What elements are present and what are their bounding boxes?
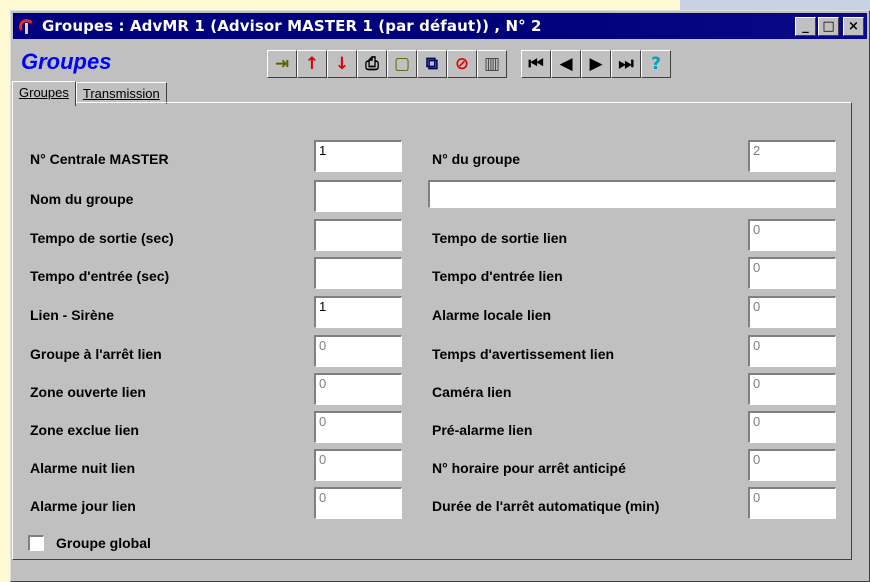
copy-record-button[interactable]: ⧉ <box>417 50 447 78</box>
right-label-3: Tempo d'entrée lien <box>432 268 563 284</box>
left-field-1[interactable] <box>314 180 402 212</box>
next-record-icon: ▶ <box>589 53 603 74</box>
left-label-0: N° Centrale MASTER <box>30 151 169 167</box>
groupe-global-label: Groupe global <box>56 535 151 551</box>
arrow-down-icon: ↓ <box>334 53 350 74</box>
tab-groupes[interactable]: Groupes <box>12 81 76 106</box>
arrow-down-button[interactable]: ↓ <box>327 50 357 78</box>
left-label-2: Tempo de sortie (sec) <box>30 230 174 246</box>
right-field-5[interactable]: 0 <box>748 335 836 367</box>
left-label-5: Groupe à l'arrêt lien <box>30 346 162 362</box>
left-field-4[interactable]: 1 <box>314 296 402 328</box>
right-label-7: Pré-alarme lien <box>432 422 533 438</box>
right-field-1[interactable] <box>428 180 836 208</box>
right-label-0: N° du groupe <box>432 151 521 167</box>
right-label-6: Caméra lien <box>432 384 512 400</box>
right-label-2: Tempo de sortie lien <box>432 230 568 246</box>
previous-record-icon: ◀ <box>559 53 573 74</box>
right-field-6[interactable]: 0 <box>748 373 836 405</box>
arrow-up-button[interactable]: ↑ <box>297 50 327 78</box>
first-record-icon: ⏮ <box>528 53 544 74</box>
left-field-5[interactable]: 0 <box>314 335 402 367</box>
left-field-0[interactable]: 1 <box>314 140 402 172</box>
first-record-button[interactable]: ⏮ <box>521 50 551 78</box>
right-label-8: N° horaire pour arrêt anticipé <box>432 460 626 476</box>
print-button[interactable]: ⎙ <box>357 50 387 78</box>
close-button[interactable]: × <box>843 16 864 36</box>
help-icon: ? <box>651 53 661 74</box>
right-label-9: Durée de l'arrêt automatique (min) <box>432 498 660 514</box>
arrow-up-icon: ↑ <box>304 53 320 74</box>
groupes-panel <box>12 102 852 560</box>
print-icon: ⎙ <box>365 53 379 74</box>
last-record-button[interactable]: ⏭ <box>611 50 641 78</box>
left-field-6[interactable]: 0 <box>314 373 402 405</box>
right-field-0[interactable]: 2 <box>748 140 836 172</box>
right-field-7[interactable]: 0 <box>748 411 836 443</box>
left-label-7: Zone exclue lien <box>30 422 139 438</box>
next-record-button[interactable]: ▶ <box>581 50 611 78</box>
left-label-6: Zone ouverte lien <box>30 384 146 400</box>
trash-icon: ▥ <box>483 53 501 74</box>
previous-record-button[interactable]: ◀ <box>551 50 581 78</box>
app-icon <box>17 17 36 36</box>
maximize-button[interactable]: □ <box>818 16 839 36</box>
left-field-8[interactable]: 0 <box>314 449 402 481</box>
left-field-9[interactable]: 0 <box>314 487 402 519</box>
left-label-9: Alarme jour lien <box>30 498 136 514</box>
groupe-global-checkbox[interactable] <box>28 535 44 551</box>
right-field-2[interactable]: 0 <box>748 219 836 251</box>
form-title: Groupes <box>21 49 112 74</box>
left-label-8: Alarme nuit lien <box>30 460 136 476</box>
window-title: Groupes : AdvMR 1 (Advisor MASTER 1 (par… <box>42 17 542 35</box>
right-label-4: Alarme locale lien <box>432 307 552 323</box>
left-field-2[interactable] <box>314 219 402 251</box>
last-record-icon: ⏭ <box>618 53 634 74</box>
new-record-button[interactable]: ▢ <box>387 50 417 78</box>
right-field-9[interactable]: 0 <box>748 487 836 519</box>
exit-button[interactable]: ⇥ <box>267 50 297 78</box>
right-field-8[interactable]: 0 <box>748 449 836 481</box>
right-label-5: Temps d'avertissement lien <box>432 346 615 362</box>
title-bar[interactable]: Groupes : AdvMR 1 (Advisor MASTER 1 (par… <box>13 13 867 39</box>
toolbar: ⇥ ↑ ↓ ⎙ ▢ ⧉ ⊘ ▥ ⏮ ◀ ▶ ⏭? <box>267 50 671 78</box>
copy-record-icon: ⧉ <box>425 53 439 74</box>
minimize-button[interactable]: _ <box>795 16 816 36</box>
tab-groupes-label: Groupes <box>19 85 69 100</box>
left-label-4: Lien - Sirène <box>30 307 115 323</box>
tab-strip: Groupes Transmission <box>12 78 167 106</box>
left-label-1: Nom du groupe <box>30 191 134 207</box>
tab-transmission-label: Transmission <box>82 86 160 101</box>
left-label-3: Tempo d'entrée (sec) <box>30 268 170 284</box>
tab-transmission[interactable]: Transmission <box>75 82 167 104</box>
cancel-icon: ⊘ <box>454 53 470 74</box>
left-field-7[interactable]: 0 <box>314 411 402 443</box>
left-field-3[interactable] <box>314 257 402 289</box>
right-field-3[interactable]: 0 <box>748 257 836 289</box>
new-record-icon: ▢ <box>393 53 411 74</box>
trash-button[interactable]: ▥ <box>477 50 507 78</box>
right-field-4[interactable]: 0 <box>748 296 836 328</box>
cancel-button[interactable]: ⊘ <box>447 50 477 78</box>
exit-icon: ⇥ <box>274 53 290 74</box>
help-button[interactable]: ? <box>641 50 671 78</box>
